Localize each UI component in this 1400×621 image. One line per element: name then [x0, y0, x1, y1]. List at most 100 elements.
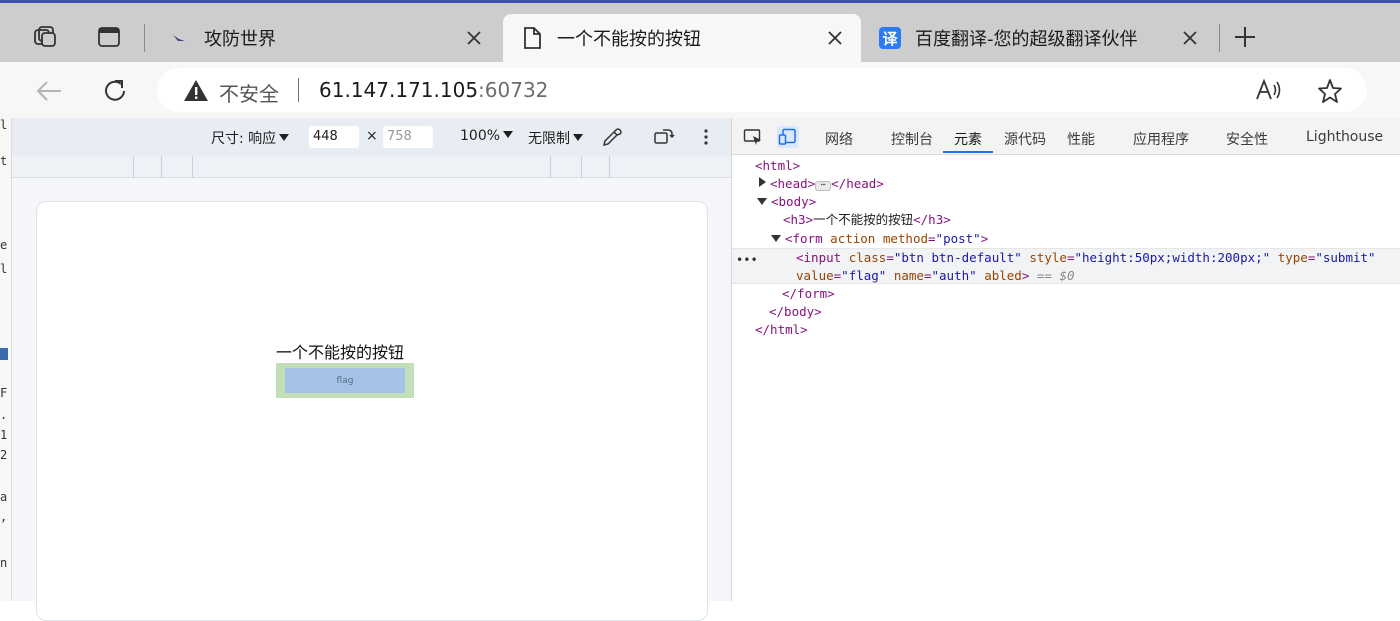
close-icon [467, 31, 481, 45]
attr-class: class [848, 250, 887, 265]
refresh-button[interactable] [98, 74, 132, 108]
inspect-element-button[interactable] [742, 126, 764, 148]
height-input[interactable]: 758 [383, 126, 433, 148]
tab-lighthouse[interactable]: Lighthouse [1306, 129, 1383, 145]
arrow-left-icon [36, 81, 61, 101]
devtools-panel: 网络 控制台 元素 源代码 性能 应用程序 安全性 Lighthouse <ht… [731, 118, 1400, 601]
expand-triangle-icon[interactable] [759, 177, 766, 187]
dom-node-input-selected[interactable]: ••• <input class="btn btn-default" style… [732, 248, 1400, 284]
refresh-icon [105, 80, 125, 101]
tab-separator [144, 24, 145, 52]
tab-separator [1219, 24, 1220, 52]
page-document-icon [521, 27, 543, 49]
browser-toolbar: 不安全 61.147.171.105:60732 [0, 62, 1400, 118]
flag-button[interactable]: flag [285, 368, 405, 393]
attr-style: style [1029, 250, 1067, 265]
url-port: :60732 [478, 78, 549, 102]
tab-gongfang[interactable]: 攻防世界 [150, 14, 500, 62]
address-divider [298, 78, 299, 102]
throttle-select[interactable]: 无限制 [528, 128, 583, 148]
attr-name-value: "auth" [931, 268, 977, 283]
device-toolbar: 尺寸: 响应 448 × 758 100% 无限制 [12, 118, 731, 156]
throttle-label: 无限制 [528, 131, 570, 147]
tab-performance[interactable]: 性能 [1067, 129, 1095, 149]
dom-node-html-close[interactable]: </html> [732, 321, 1400, 339]
dom-node-h3[interactable]: <h3>一个不能按的按钮</h3> [732, 211, 1400, 229]
attr-type-value: "submit" [1315, 250, 1376, 265]
plus-icon [1235, 27, 1255, 47]
attr-value: value [796, 268, 834, 283]
tab-active-page[interactable]: 一个不能按的按钮 [503, 14, 861, 62]
dom-node-form[interactable]: <form action method="post"> [732, 230, 1400, 248]
dom-node-body-close[interactable]: </body> [732, 303, 1400, 321]
tab-sources[interactable]: 源代码 [1004, 129, 1046, 149]
attr-value-value: "flag" [841, 268, 887, 283]
media-query-ruler [12, 156, 731, 178]
attr-class-value: "btn btn-default" [893, 250, 1022, 265]
read-aloud-icon[interactable] [1255, 78, 1283, 102]
tab-title: 攻防世界 [204, 29, 276, 50]
tab-security[interactable]: 安全性 [1226, 129, 1268, 149]
dom-node-html[interactable]: <html> [732, 157, 1400, 175]
collapse-triangle-icon[interactable] [757, 198, 767, 205]
more-actions-icon[interactable]: ••• [736, 251, 758, 269]
tab-console[interactable]: 控制台 [891, 129, 933, 149]
attr-style-value: "height:50px;width:200px;" [1074, 250, 1271, 265]
collapsed-content-badge[interactable]: ⋯ [815, 181, 832, 191]
page-heading: 一个不能按的按钮 [276, 343, 405, 362]
back-button[interactable] [32, 74, 66, 108]
attr-action: action [830, 231, 876, 246]
dom-node-head[interactable]: <head> ⋯ </head> [732, 175, 1400, 193]
h3-text-node: 一个不能按的按钮 [813, 212, 914, 227]
tag-form-close: </form> [782, 286, 835, 301]
tag-head-open: <head> [770, 176, 816, 191]
emulated-viewport: 一个不能按的按钮 flag [12, 178, 731, 621]
dom-node-body[interactable]: <body> [732, 193, 1400, 211]
tab-elements[interactable]: 元素 [954, 129, 982, 149]
address-bar[interactable]: 不安全 61.147.171.105:60732 [157, 68, 1367, 112]
eyedropper-icon[interactable] [601, 127, 623, 147]
attr-type: type [1277, 250, 1308, 265]
active-tab-indicator [943, 151, 993, 153]
device-frame: 一个不能按的按钮 flag [36, 201, 708, 621]
security-label[interactable]: 不安全 [219, 78, 279, 107]
tab-application[interactable]: 应用程序 [1133, 129, 1189, 149]
dimensions-label: 尺寸: 响应 [211, 131, 277, 147]
workspaces-button[interactable] [30, 22, 60, 52]
url-host: 61.147.171.105 [319, 78, 479, 102]
attr-method: method [882, 231, 929, 246]
favorite-star-icon[interactable] [1317, 78, 1343, 104]
url-text: 61.147.171.105:60732 [319, 78, 548, 102]
collapse-triangle-icon[interactable] [771, 235, 781, 242]
caret-down-icon [503, 131, 514, 138]
inspect-icon [743, 129, 761, 145]
tag-body-open: <body> [771, 194, 817, 209]
workspaces-icon [34, 26, 56, 47]
zoom-select[interactable]: 100% [460, 128, 514, 144]
tab-network[interactable]: 网络 [825, 129, 853, 149]
width-input[interactable]: 448 [309, 126, 359, 148]
tab-close-button[interactable] [823, 26, 847, 50]
dom-node-form-close[interactable]: </form> [732, 285, 1400, 303]
tab-baidu-translate[interactable]: 译 百度翻译-您的超级翻译伙伴 [861, 14, 1216, 62]
tab-actions-button[interactable] [94, 22, 124, 52]
tab-close-button[interactable] [1178, 26, 1202, 50]
tag-head-close: </head> [831, 176, 884, 191]
dimension-separator: × [366, 128, 378, 144]
tag-end: > [980, 231, 989, 246]
device-toggle-button[interactable] [777, 126, 799, 148]
attr-abled: abled [984, 268, 1022, 283]
tag-h3-close: </h3> [913, 212, 951, 227]
rotate-device-icon[interactable] [653, 127, 675, 147]
tab-close-button[interactable] [462, 26, 486, 50]
dom-tree: <html> <head> ⋯ </head> <body> <h3>一个不能按的按… [732, 155, 1400, 601]
tag-end: > [1021, 268, 1030, 283]
new-tab-button[interactable] [1230, 22, 1260, 52]
favicon-text: 译 [882, 29, 898, 48]
tab-title: 百度翻译-您的超级翻译伙伴 [915, 29, 1138, 50]
tab-title: 一个不能按的按钮 [557, 29, 701, 50]
tag-html-open: <html> [755, 158, 801, 173]
more-options-icon[interactable] [701, 127, 711, 147]
dimensions-select[interactable]: 尺寸: 响应 [211, 128, 290, 148]
tab-strip: 攻防世界 一个不能按的按钮 译 百度翻译-您的超级翻译伙伴 [0, 0, 1400, 62]
